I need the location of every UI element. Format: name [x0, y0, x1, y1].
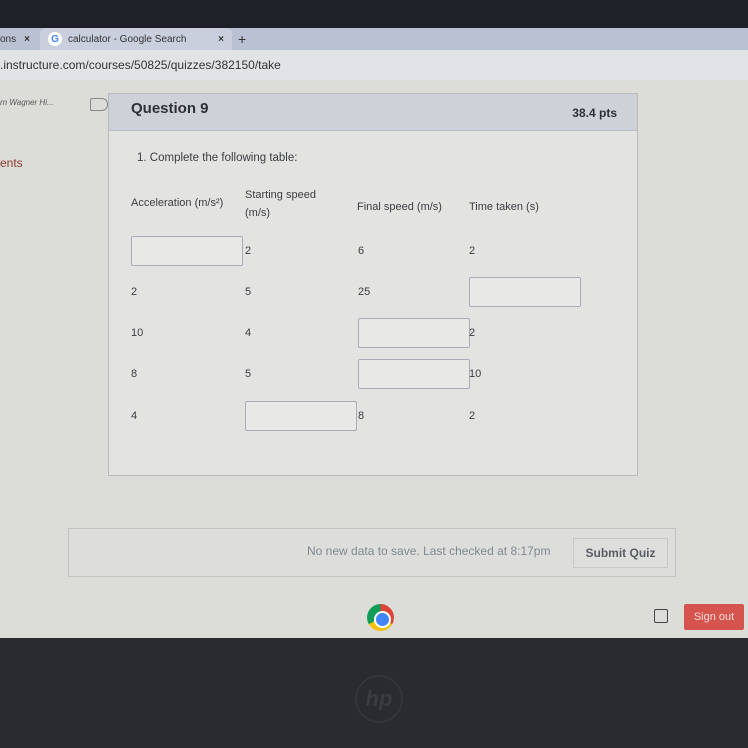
table-cell: 25	[358, 286, 371, 298]
table-cell: 4	[131, 410, 138, 422]
table-cell: 8	[131, 368, 138, 380]
table-cell: 2	[469, 410, 476, 422]
table-cell: 8	[358, 410, 365, 422]
table-cell: 5	[245, 286, 252, 298]
table-cell: 2	[469, 327, 476, 339]
question-prompt: 1. Complete the following table:	[137, 152, 298, 164]
table-cell: 2	[131, 286, 138, 298]
table-cell: 4	[245, 327, 252, 339]
sidebar-link[interactable]: ents	[0, 156, 23, 170]
answer-input[interactable]	[469, 277, 581, 307]
table-cell: 10	[469, 368, 482, 380]
close-icon[interactable]: ×	[218, 34, 224, 45]
question-card: Question 9 38.4 pts 1. Complete the foll…	[108, 93, 638, 476]
header-time-taken: Time taken (s)	[469, 201, 539, 213]
tab-label: calculator - Google Search	[68, 33, 187, 45]
answer-input[interactable]	[131, 236, 243, 266]
quiz-footer: No new data to save. Last checked at 8:1…	[68, 528, 676, 577]
sidebar-course-name[interactable]: rn Wagner Hi...	[0, 98, 54, 107]
save-status: No new data to save. Last checked at 8:1…	[307, 544, 551, 558]
question-header: Question 9 38.4 pts	[109, 94, 637, 131]
table-cell: 2	[469, 245, 476, 257]
header-starting-speed: Starting speed (m/s)	[245, 189, 316, 219]
close-icon[interactable]: ×	[24, 34, 30, 45]
url-text: .instructure.com/courses/50825/quizzes/3…	[0, 58, 281, 72]
table-cell: 6	[358, 245, 365, 257]
google-g-icon: G	[48, 32, 62, 46]
question-title: Question 9	[131, 100, 209, 117]
answer-input[interactable]	[358, 359, 470, 389]
submit-quiz-button[interactable]: Submit Quiz	[573, 538, 668, 568]
table-cell: 5	[245, 368, 252, 380]
sign-out-button[interactable]: Sign out	[684, 604, 744, 630]
flag-question-icon[interactable]	[90, 98, 108, 111]
screenshot-icon[interactable]	[654, 609, 668, 623]
answer-input[interactable]	[245, 401, 357, 431]
tab-previous[interactable]: ons ×	[0, 28, 38, 50]
table-cell: 10	[131, 327, 144, 339]
header-acceleration: Acceleration (m/s²)	[131, 197, 224, 209]
tab-label: ons	[0, 33, 17, 45]
screen-bezel-top	[0, 0, 748, 28]
tab-calculator[interactable]: G calculator - Google Search ×	[40, 28, 232, 50]
answer-input[interactable]	[358, 318, 470, 348]
tab-bar: ons × G calculator - Google Search × +	[0, 28, 748, 50]
chrome-icon[interactable]	[367, 604, 394, 631]
header-final-speed: Final speed (m/s)	[357, 201, 442, 213]
table-cell: 2	[245, 245, 252, 257]
hp-logo: hp	[355, 675, 403, 723]
new-tab-button[interactable]: +	[238, 28, 246, 50]
address-bar[interactable]: .instructure.com/courses/50825/quizzes/3…	[0, 50, 748, 80]
question-points: 38.4 pts	[572, 106, 617, 120]
